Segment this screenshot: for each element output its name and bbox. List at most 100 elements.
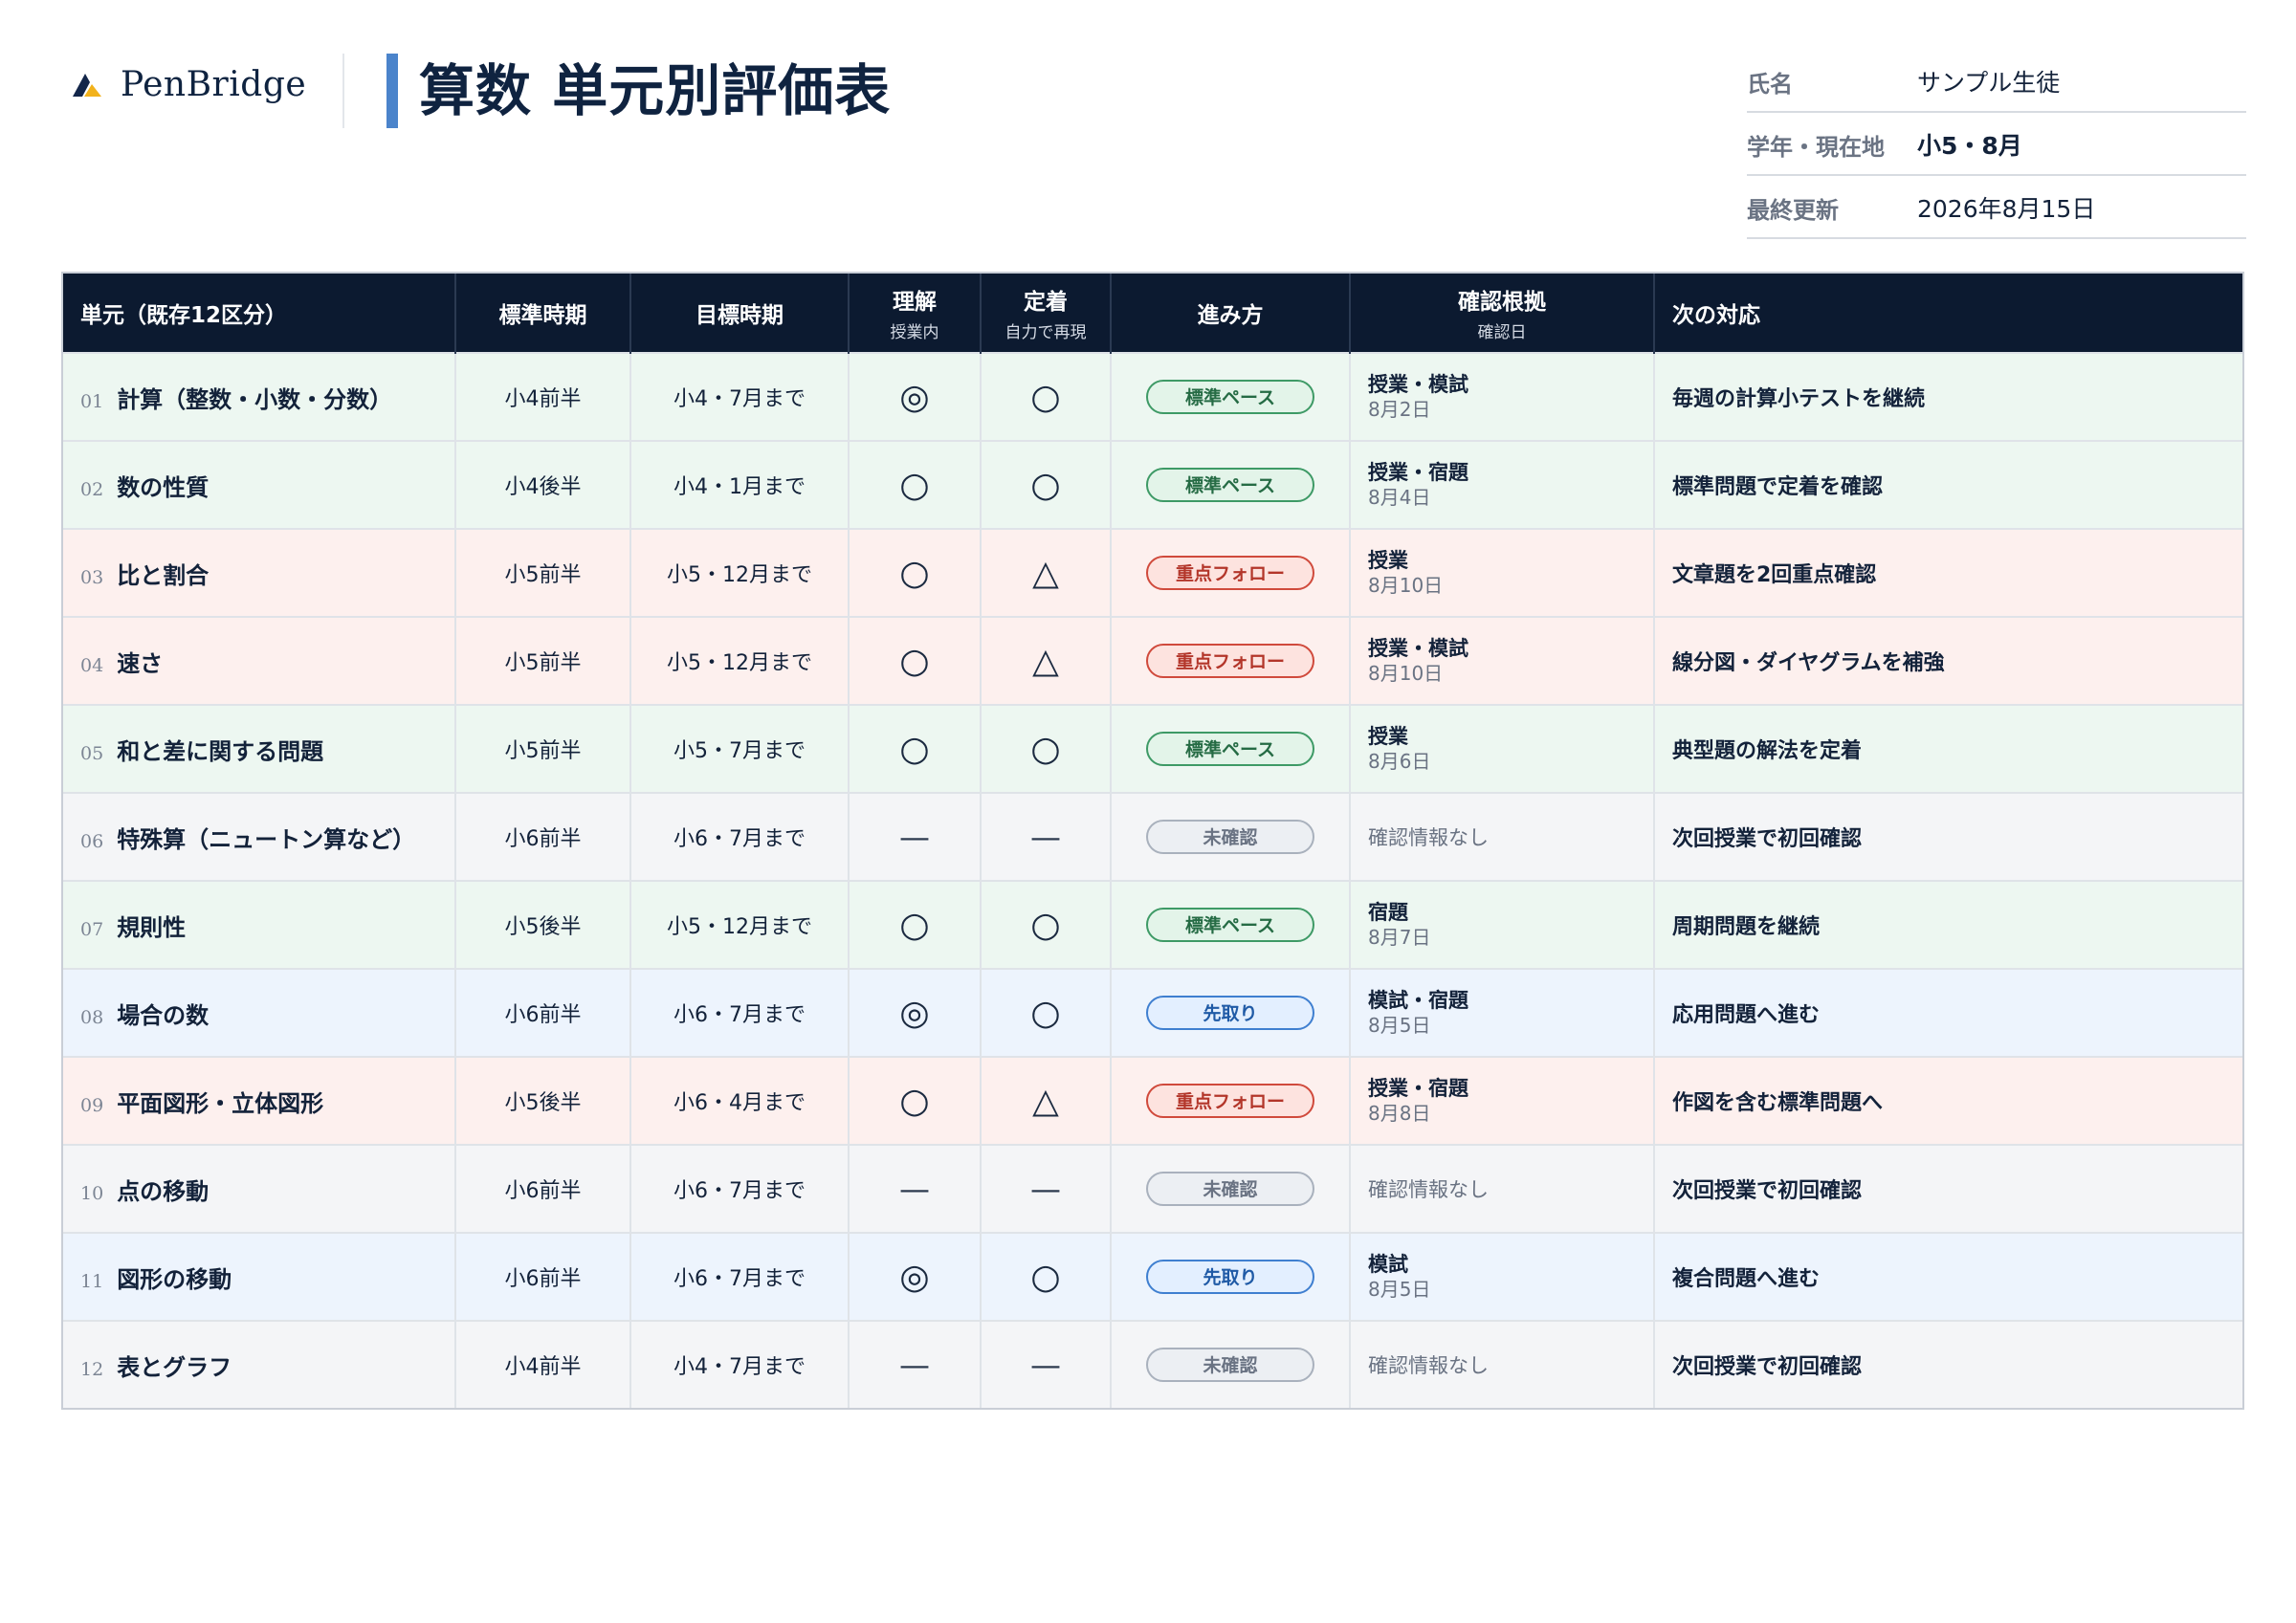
unit-number: 01	[80, 390, 104, 412]
unit-cell: 03 比と割合	[63, 528, 456, 617]
header-understanding-label: 理解	[893, 290, 937, 315]
evidence-date: 8月5日	[1368, 1278, 1431, 1301]
understanding-mark: —	[849, 792, 982, 881]
standard-period: 小4前半	[455, 1320, 631, 1408]
unit-number: 07	[80, 918, 104, 940]
table-row: 02 数の性質 小4後半 小4・1月まで ○ ○ 標準ペース 授業・宿題 8月4日 標準問題で定着…	[63, 440, 2242, 529]
table-header-row: 単元（既存12区分） 標準時期 目標時期 理解 授業内 定着 自力で再現 進み方…	[63, 274, 2242, 353]
pace-badge: 重点フォロー	[1146, 1084, 1314, 1118]
evidence-cell: 授業 8月10日	[1350, 528, 1655, 617]
meta-label: 最終更新	[1747, 196, 1839, 224]
evidence-source: 授業・模試	[1368, 373, 1468, 396]
evidence-date: 8月2日	[1368, 398, 1431, 421]
student-info: 氏名 サンプル生徒 学年・現在地 小5・8月 最終更新 2026年8月15日	[1747, 52, 2246, 241]
table-row: 12 表とグラフ 小4前半 小4・7月まで — — 未確認 確認情報なし 次回授業で初回確認	[63, 1320, 2242, 1408]
retention-mark: △	[981, 528, 1112, 617]
pace-badge: 重点フォロー	[1146, 644, 1314, 678]
evidence-none: 確認情報なし	[1368, 1354, 1489, 1377]
unit-cell: 06 特殊算（ニュートン算など）	[63, 792, 456, 881]
evidence-cell: 確認情報なし	[1350, 1144, 1655, 1233]
unit-name: 規則性	[117, 913, 187, 941]
unit-name: 表とグラフ	[117, 1353, 232, 1381]
pace-badge: 未確認	[1146, 820, 1314, 854]
pace-badge: 未確認	[1146, 1348, 1314, 1382]
unit-number: 04	[80, 654, 104, 676]
title-accent-bar	[386, 54, 398, 128]
retention-mark: ○	[981, 1232, 1112, 1321]
understanding-mark: —	[849, 1144, 982, 1233]
unit-cell: 09 平面図形・立体図形	[63, 1056, 456, 1145]
evidence-date: 8月5日	[1368, 1014, 1431, 1037]
unit-name: 数の性質	[117, 473, 210, 501]
unit-cell: 05 和と差に関する問題	[63, 704, 456, 793]
understanding-mark: ◎	[849, 1232, 982, 1321]
pace-badge: 先取り	[1146, 1260, 1314, 1294]
unit-number: 09	[80, 1094, 104, 1116]
standard-period: 小6前半	[455, 968, 631, 1057]
target-period: 小6・4月まで	[630, 1056, 850, 1145]
header-evidence-sub: 確認日	[1477, 323, 1527, 342]
pace-badge: 先取り	[1146, 996, 1314, 1030]
evidence-date: 8月10日	[1368, 574, 1444, 597]
header-unit: 単元（既存12区分）	[63, 274, 456, 353]
target-period: 小4・7月まで	[630, 1320, 850, 1408]
target-period: 小5・12月まで	[630, 616, 850, 705]
next-action: 文章題を2回重点確認	[1654, 528, 2242, 617]
evidence-source: 宿題	[1368, 901, 1408, 924]
pace-cell: 重点フォロー	[1111, 528, 1351, 617]
table-row: 01 計算（整数・小数・分数） 小4前半 小4・7月まで ◎ ○ 標準ペース 授業・模試 8月2…	[63, 352, 2242, 441]
header-divider	[342, 54, 344, 128]
evidence-cell: 確認情報なし	[1350, 792, 1655, 881]
header-retention: 定着 自力で再現	[981, 274, 1112, 353]
target-period: 小5・12月まで	[630, 880, 850, 969]
evidence-cell: 授業・模試 8月10日	[1350, 616, 1655, 705]
unit-name: 図形の移動	[117, 1265, 232, 1293]
next-action: 次回授業で初回確認	[1654, 1320, 2242, 1408]
unit-name: 特殊算（ニュートン算など）	[117, 825, 416, 853]
evidence-source: 授業	[1368, 725, 1408, 748]
evidence-source: 授業・宿題	[1368, 461, 1468, 484]
unit-number: 12	[80, 1358, 104, 1380]
page-title: 算数 単元別評価表	[419, 58, 892, 123]
evidence-cell: 授業 8月6日	[1350, 704, 1655, 793]
standard-period: 小5前半	[455, 528, 631, 617]
next-action: 複合問題へ進む	[1654, 1232, 2242, 1321]
unit-name: 和と差に関する問題	[117, 737, 324, 765]
pace-badge: 標準ペース	[1146, 908, 1314, 942]
evidence-cell: 模試・宿題 8月5日	[1350, 968, 1655, 1057]
retention-mark: —	[981, 1144, 1112, 1233]
evidence-source: 授業・模試	[1368, 637, 1468, 660]
standard-period: 小4前半	[455, 352, 631, 441]
evidence-source: 模試	[1368, 1253, 1408, 1276]
unit-number: 06	[80, 830, 104, 852]
evidence-cell: 授業・宿題 8月8日	[1350, 1056, 1655, 1145]
retention-mark: △	[981, 1056, 1112, 1145]
pace-cell: 標準ペース	[1111, 440, 1351, 529]
next-action: 応用問題へ進む	[1654, 968, 2242, 1057]
target-period: 小6・7月まで	[630, 1144, 850, 1233]
unit-number: 11	[80, 1270, 104, 1292]
evidence-cell: 授業・宿題 8月4日	[1350, 440, 1655, 529]
unit-number: 03	[80, 566, 104, 588]
pace-badge: 未確認	[1146, 1172, 1314, 1206]
retention-mark: ○	[981, 352, 1112, 441]
pace-cell: 未確認	[1111, 792, 1351, 881]
next-action: 次回授業で初回確認	[1654, 792, 2242, 881]
understanding-mark: ◎	[849, 968, 982, 1057]
standard-period: 小5後半	[455, 880, 631, 969]
header-retention-label: 定着	[1024, 290, 1068, 315]
understanding-mark: —	[849, 1320, 982, 1408]
table-row: 07 規則性 小5後半 小5・12月まで ○ ○ 標準ペース 宿題 8月7日 周期問題を継続	[63, 880, 2242, 969]
unit-number: 08	[80, 1006, 104, 1028]
unit-cell: 01 計算（整数・小数・分数）	[63, 352, 456, 441]
evaluation-table: 単元（既存12区分） 標準時期 目標時期 理解 授業内 定着 自力で再現 進み方…	[61, 272, 2244, 1410]
unit-name: 比と割合	[117, 561, 210, 589]
meta-label: 学年・現在地	[1747, 133, 1885, 161]
retention-mark: ○	[981, 968, 1112, 1057]
standard-period: 小5後半	[455, 1056, 631, 1145]
next-action: 周期問題を継続	[1654, 880, 2242, 969]
target-period: 小4・1月まで	[630, 440, 850, 529]
retention-mark: —	[981, 792, 1112, 881]
evidence-cell: 宿題 8月7日	[1350, 880, 1655, 969]
header-standard-period: 標準時期	[455, 274, 631, 353]
